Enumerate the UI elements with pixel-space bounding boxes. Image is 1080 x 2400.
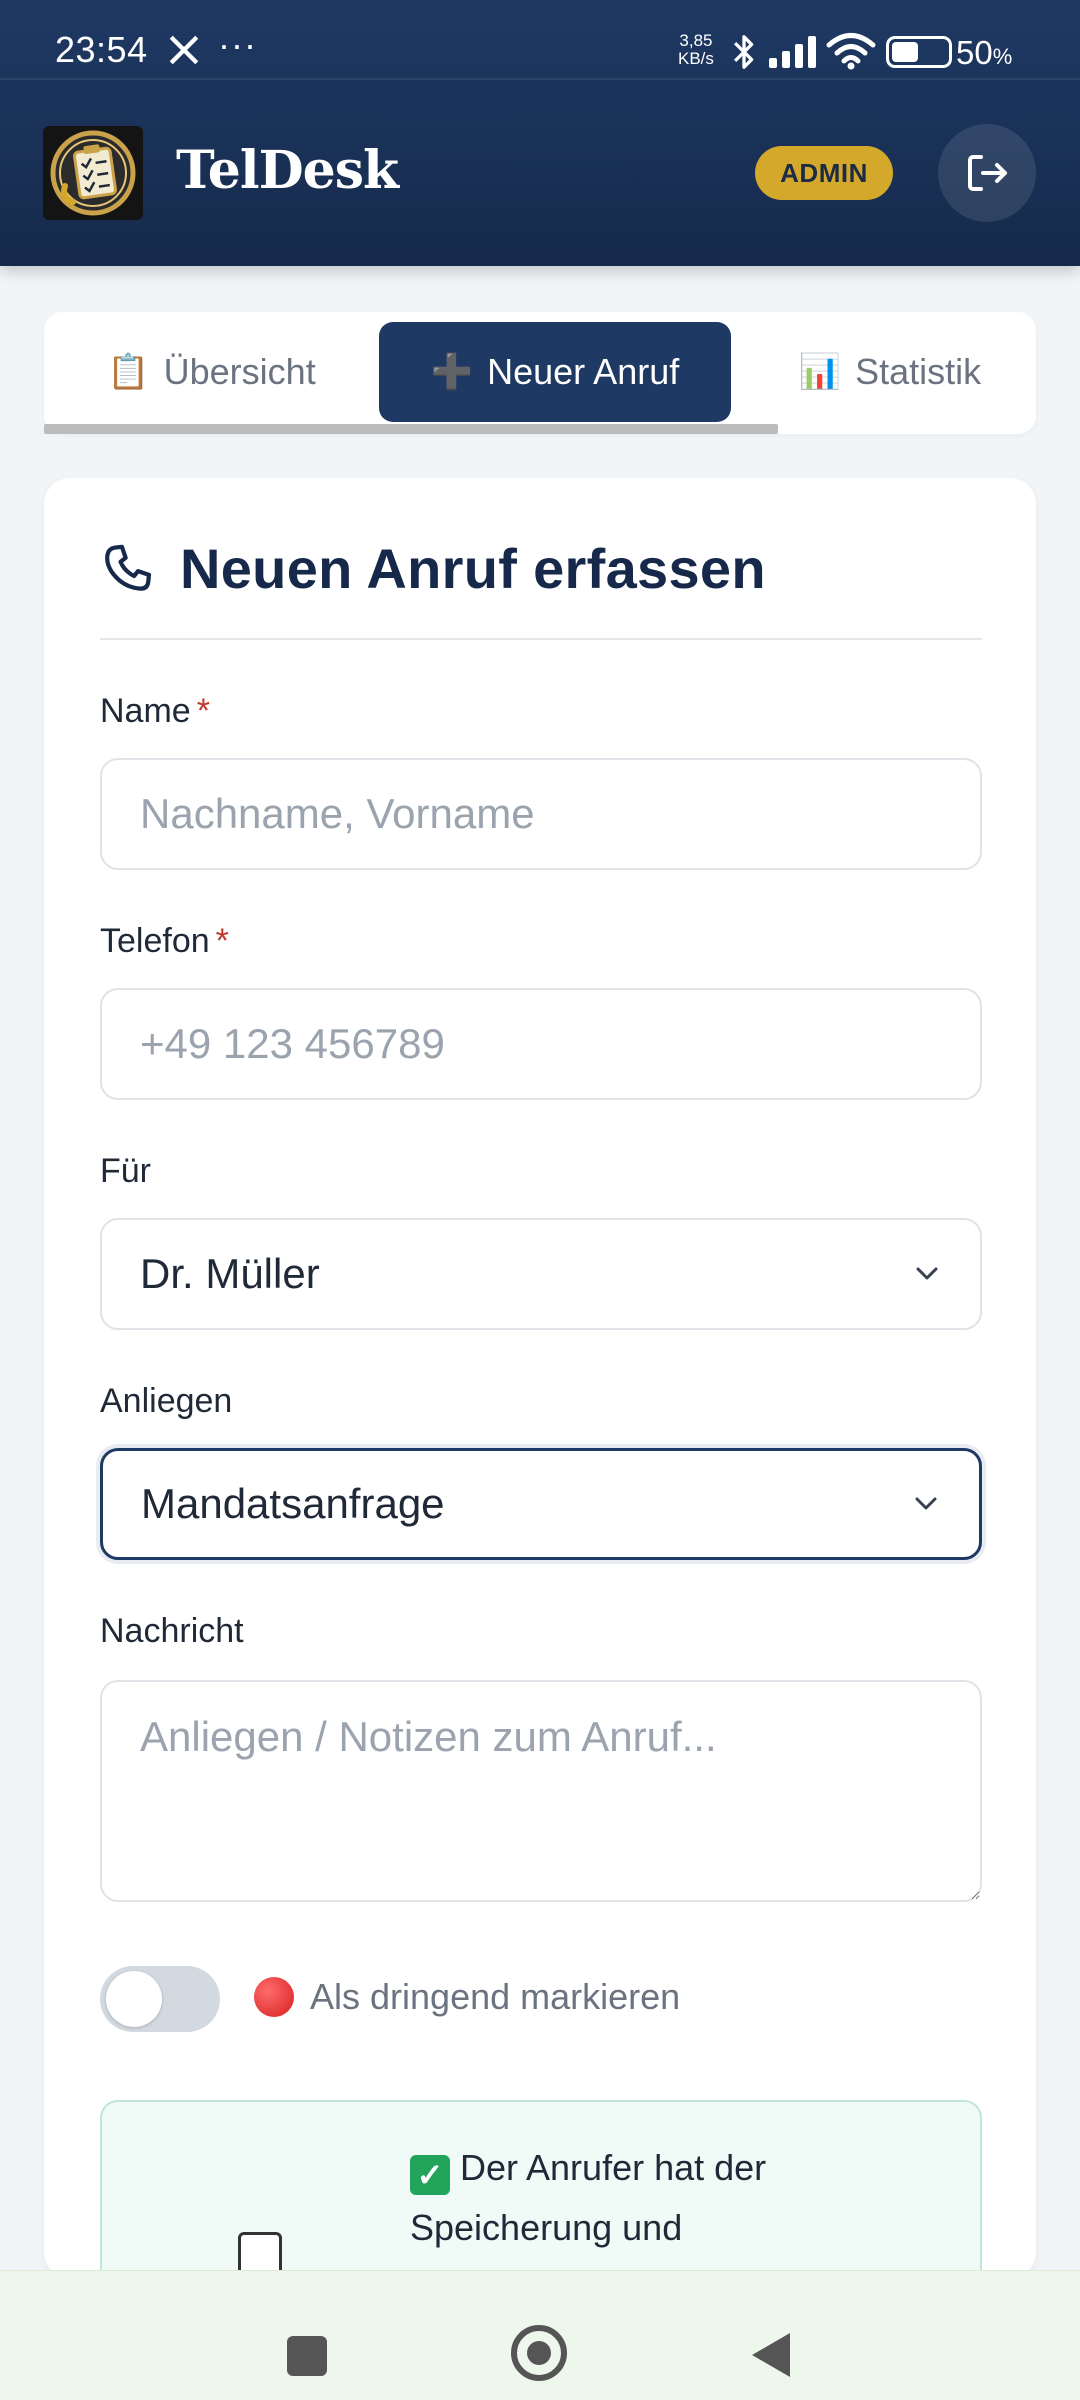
tab-statistics-label: Statistik	[855, 351, 982, 392]
required-mark: *	[215, 922, 229, 960]
clipboard-logo-icon	[50, 130, 136, 216]
red-circle-icon	[254, 1977, 294, 2017]
tab-scrollbar[interactable]	[44, 424, 778, 434]
logout-icon	[968, 155, 1007, 191]
app-logo	[43, 126, 143, 220]
tab-overview-label: Übersicht	[163, 351, 316, 392]
concern-select-value: Mandatsanfrage	[141, 1480, 445, 1527]
logout-button[interactable]	[938, 124, 1036, 222]
title-divider	[100, 638, 982, 640]
urgent-label-text: Als dringend markieren	[310, 1976, 681, 2017]
bluetooth-icon	[733, 35, 754, 69]
for-select-value: Dr. Müller	[140, 1250, 320, 1297]
consent-line-2: Speicherung und	[410, 2207, 683, 2248]
plus-icon: ➕	[430, 353, 474, 391]
urgent-label: Als dringend markieren	[254, 1976, 680, 2018]
name-label: Name *	[100, 692, 210, 730]
app-name: TelDesk	[176, 140, 399, 201]
status-time: 23:54	[55, 29, 148, 70]
bar-chart-icon: 📊	[798, 353, 842, 391]
battery-percent: 50%	[956, 34, 1013, 71]
chevron-down-icon	[915, 1497, 937, 1510]
x-app-icon	[169, 35, 199, 65]
phone-icon	[105, 544, 152, 591]
network-speed-value: 3,85	[679, 31, 713, 50]
for-label: Für	[100, 1152, 151, 1190]
form-title: Neuen Anruf erfassen	[180, 537, 766, 600]
app-header: 23:54 ··· 3,85 KB/s 50% TelDesk ADMIN	[0, 0, 1080, 266]
toggle-knob	[106, 1971, 162, 2027]
battery-icon	[886, 36, 952, 68]
status-bar: 23:54 ··· 3,85 KB/s 50%	[0, 0, 1080, 80]
back-button[interactable]	[752, 2333, 790, 2377]
phone-input[interactable]	[100, 988, 982, 1100]
for-select[interactable]: Dr. Müller	[100, 1218, 982, 1330]
concern-select[interactable]: Mandatsanfrage	[100, 1448, 982, 1560]
consent-line-1: Der Anrufer hat der	[460, 2147, 767, 2188]
tab-statistics[interactable]: 📊 Statistik	[744, 322, 1036, 422]
tab-overview[interactable]: 📋 Übersicht	[44, 322, 379, 422]
network-speed: 3,85 KB/s	[678, 32, 714, 68]
wifi-icon	[826, 33, 876, 70]
status-more-dots: ···	[218, 24, 257, 65]
chevron-down-icon	[916, 1267, 938, 1280]
form-header: Neuen Anruf erfassen	[100, 536, 766, 601]
phone-label: Telefon *	[100, 922, 229, 960]
home-button[interactable]	[511, 2325, 567, 2381]
consent-text: ✓ Der Anrufer hat der Speicherung und	[410, 2138, 930, 2258]
concern-label: Anliegen	[100, 1382, 233, 1420]
tab-bar: 📋 Übersicht ➕ Neuer Anruf 📊 Statistik	[44, 312, 1036, 434]
tab-new-call[interactable]: ➕ Neuer Anruf	[379, 322, 731, 422]
required-mark: *	[196, 692, 210, 730]
signal-icon	[769, 36, 816, 68]
urgent-toggle[interactable]	[100, 1966, 220, 2032]
name-input[interactable]	[100, 758, 982, 870]
message-textarea[interactable]	[100, 1680, 982, 1902]
admin-role-badge: ADMIN	[755, 146, 893, 200]
recent-apps-button[interactable]	[287, 2336, 327, 2376]
network-speed-unit: KB/s	[678, 49, 714, 68]
check-mark-icon: ✓	[410, 2155, 450, 2195]
tab-new-call-label: Neuer Anruf	[487, 351, 680, 392]
message-label: Nachricht	[100, 1612, 244, 1650]
new-call-form: Neuen Anruf erfassen Name* Telefon* Für …	[44, 478, 1036, 2320]
clipboard-icon: 📋	[107, 353, 150, 391]
system-nav-bar	[0, 2270, 1080, 2400]
